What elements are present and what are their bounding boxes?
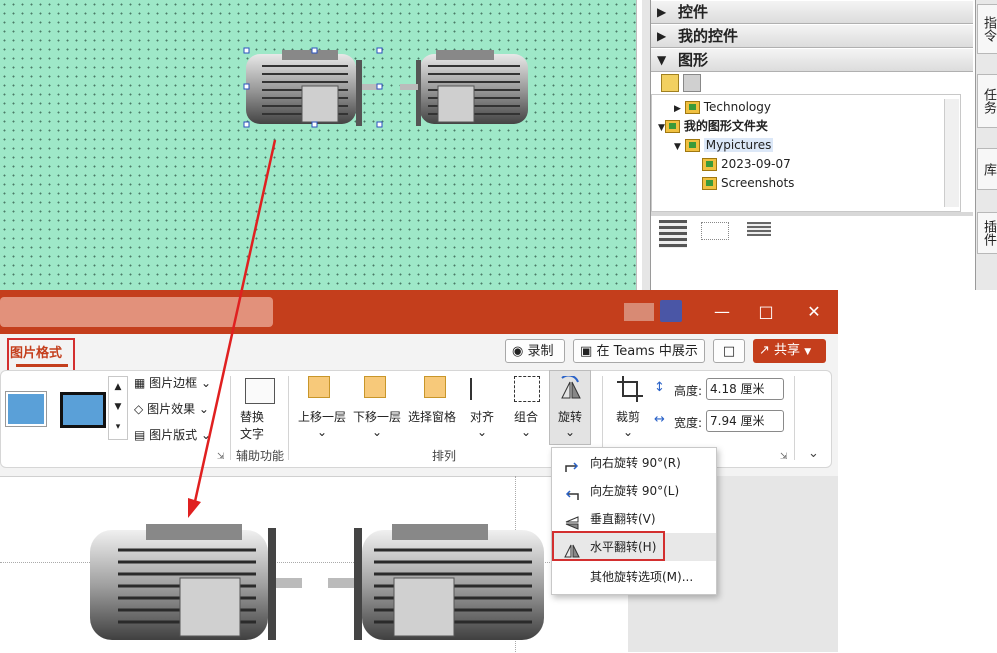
group-label-arrange: 排列 <box>432 449 457 463</box>
comment-button[interactable]: □ <box>713 339 745 363</box>
tree-item-my-graphics-folder[interactable]: ▼ 我的图形文件夹 <box>658 117 768 136</box>
hmi-canvas[interactable] <box>0 0 636 290</box>
bring-forward-button[interactable]: 上移一层 ⌄ <box>298 408 346 439</box>
tree-item-2023-09-07[interactable]: 2023-09-07 <box>702 155 791 174</box>
width-input[interactable]: 7.94 厘米 <box>706 410 784 432</box>
align-icon <box>470 378 498 400</box>
rotate-right-icon <box>564 456 580 472</box>
width-label: 宽度: <box>674 416 703 430</box>
record-button[interactable]: ◉ 录制 <box>505 339 565 363</box>
teams-icon: ▣ <box>580 344 593 359</box>
picture-style-thumb-1[interactable] <box>5 391 47 427</box>
slide-motor-original[interactable] <box>86 520 311 642</box>
menu-more-rotation-options[interactable]: 其他旋转选项(M)... <box>552 563 716 591</box>
rotate-menu: 向右旋转 90°(R) 向左旋转 90°(L) 垂直翻转(V) 水平翻转(H) … <box>551 447 717 595</box>
toolbox-panel: ▶ 控件 ▶ 我的控件 ▼ 图形 ▶ Technology ▼ 我的图形文件夹 ▼… <box>650 0 976 290</box>
section-my-controls[interactable]: ▶ 我的控件 <box>651 24 973 48</box>
picture-border-icon: ▦ <box>134 376 146 390</box>
thumbnail-grid[interactable] <box>747 222 771 236</box>
crop-button[interactable]: 裁剪 ⌄ <box>616 408 640 439</box>
new-folder-icon[interactable] <box>661 74 679 92</box>
align-button[interactable]: 对齐 ⌄ <box>470 408 494 439</box>
side-tab-bar: 指令 任务 库 插件 <box>975 0 997 290</box>
tree-item-screenshots[interactable]: Screenshots <box>702 174 794 193</box>
close-button[interactable]: ✕ <box>792 290 836 334</box>
height-icon: ↕ <box>654 380 665 395</box>
tab-instructions[interactable]: 指令 <box>977 4 997 54</box>
highlight-box-tab <box>7 338 75 374</box>
picture-style-thumb-2[interactable] <box>60 392 106 428</box>
collapse-ribbon-icon[interactable]: ⌄ <box>808 446 819 461</box>
tree-scrollbar[interactable] <box>944 99 959 207</box>
motor-graphic-selected[interactable] <box>240 46 390 128</box>
width-icon: ↔ <box>654 412 665 427</box>
tab-plugins[interactable]: 插件 <box>977 212 997 254</box>
highlight-box-flip-horizontal <box>552 531 665 561</box>
slide-motor-flipped[interactable] <box>326 520 551 642</box>
group-icon <box>514 376 540 402</box>
rotate-icon <box>556 374 584 400</box>
group-separator <box>794 376 795 460</box>
chevron-right-icon: ▶ <box>657 5 667 19</box>
chevron-down-icon: ▼ <box>804 347 812 357</box>
flip-vertical-icon <box>564 512 580 530</box>
share-icon: ↗ <box>759 343 770 358</box>
menu-rotate-right[interactable]: 向右旋转 90°(R) <box>552 449 716 477</box>
thumbnail-dotted[interactable] <box>701 222 729 240</box>
annotation-arrow <box>188 139 277 518</box>
selection-pane-icon <box>424 376 446 398</box>
splitter[interactable] <box>651 212 973 216</box>
bring-forward-icon <box>308 376 330 398</box>
rotate-left-icon <box>564 484 580 500</box>
motor-graphic-flipped[interactable] <box>398 46 533 128</box>
send-backward-button[interactable]: 下移一层 ⌄ <box>353 408 401 439</box>
section-controls[interactable]: ▶ 控件 <box>651 0 973 24</box>
group-button[interactable]: 组合 ⌄ <box>514 408 538 439</box>
minimize-button[interactable]: — <box>700 290 744 334</box>
avatar[interactable] <box>624 303 654 321</box>
tree-item-technology[interactable]: ▶ Technology <box>674 98 771 117</box>
tree-item-mypictures[interactable]: ▼ Mypictures <box>674 136 774 155</box>
rotate-label: 旋转 ⌄ <box>558 410 583 439</box>
present-in-teams-button[interactable]: ▣ 在 Teams 中展示 <box>573 339 705 363</box>
comment-icon: □ <box>722 344 736 359</box>
crop-icon <box>617 376 643 402</box>
record-icon: ◉ <box>512 344 524 359</box>
thumbnail-motor[interactable] <box>659 220 687 248</box>
size-dialog-launcher-icon[interactable]: ⇲ <box>780 452 788 462</box>
share-button[interactable]: ↗ 共享 ▼ <box>753 339 826 363</box>
height-label: 高度: <box>674 384 703 398</box>
active-tab-underline <box>16 364 68 367</box>
graphics-tree: ▶ Technology ▼ 我的图形文件夹 ▼ Mypictures 2023-… <box>651 94 961 212</box>
picture-layout-icon: ▤ <box>134 428 146 442</box>
gallery-scroll[interactable]: ▲ ▼ ▾ <box>108 376 128 440</box>
menu-flip-vertical[interactable]: 垂直翻转(V) <box>552 505 716 533</box>
send-backward-icon <box>364 376 386 398</box>
delete-folder-icon[interactable] <box>683 74 701 92</box>
selection-pane-button[interactable]: 选择窗格 <box>408 408 456 425</box>
canvas-scrollbar[interactable] <box>642 0 650 290</box>
height-input[interactable]: 4.18 厘米 <box>706 378 784 400</box>
tab-tasks[interactable]: 任务 <box>977 74 997 128</box>
chevron-right-icon: ▶ <box>657 29 667 43</box>
chevron-down-icon: ▼ <box>657 53 667 67</box>
avatar-icon[interactable] <box>660 300 682 322</box>
tab-library[interactable]: 库 <box>977 148 997 190</box>
section-graphics[interactable]: ▼ 图形 <box>651 48 973 72</box>
menu-rotate-left[interactable]: 向左旋转 90°(L) <box>552 477 716 505</box>
maximize-button[interactable]: □ <box>744 290 788 334</box>
picture-effects-icon: ◇ <box>134 402 144 416</box>
group-separator <box>288 376 289 460</box>
